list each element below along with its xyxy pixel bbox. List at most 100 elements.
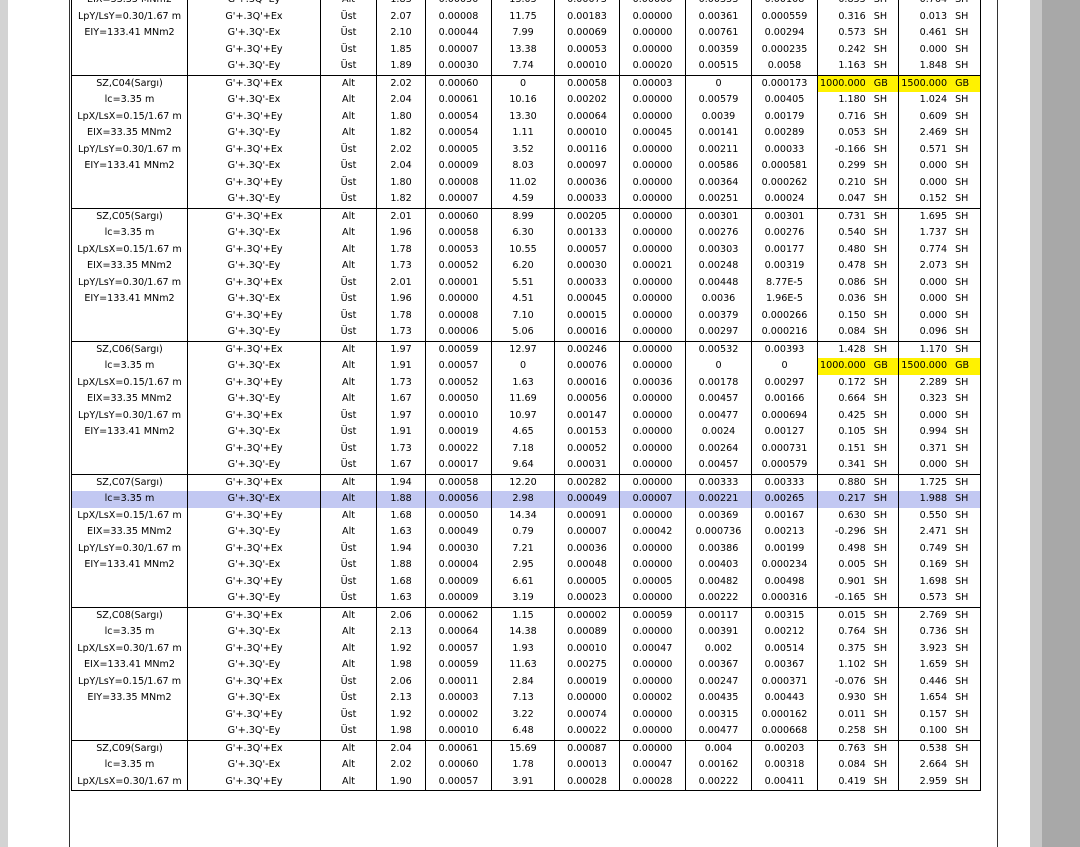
table-row[interactable]: lc=3.35 m G'+.3Q'-Ex Alt 2.02 0.00060 1.78 0.0… (71, 757, 981, 774)
value-col-1: 2.13 (376, 624, 426, 641)
table-row[interactable]: LpX/LsX=0.15/1.67 m G'+.3Q'+Ey Alt 1.73 0.00… (71, 374, 981, 391)
value-col-2: 0.00050 (425, 0, 492, 9)
position: Alt (320, 241, 377, 258)
table-row[interactable]: lc=3.35 m G'+.3Q'-Ex Alt 1.96 0.00058 6.30 0.0… (71, 225, 981, 242)
table-row[interactable]: LpY/LsY=0.15/1.67 m G'+.3Q'+Ex Üst 2.06 0.00… (71, 673, 981, 690)
ratio-x: 0.151 (838, 442, 866, 454)
table-row[interactable]: SZ,C05(Sargı) G'+.3Q'+Ex Alt 2.01 0.00060 8.9… (71, 207, 981, 225)
table-row[interactable]: EIY=33.35 MNm2 G'+.3Q'-Ex Üst 2.13 0.00003 7.… (71, 690, 981, 707)
table-row[interactable]: G'+.3Q'+Ey Üst 1.80 0.00008 11.02 0.00036 0.00… (71, 174, 981, 191)
value-col-5: 0.00000 (619, 706, 686, 723)
table-row[interactable]: LpY/LsY=0.30/1.67 m G'+.3Q'+Ex Üst 2.02 0.00… (71, 141, 981, 158)
table-row[interactable]: G'+.3Q'-Ey Üst 1.82 0.00007 4.59 0.00033 0.000… (71, 191, 981, 208)
load-combination: G'+.3Q'-Ey (187, 191, 321, 208)
value-col-6: 0.00276 (685, 225, 752, 242)
element-label: LpY/LsY=0.30/1.67 m (71, 8, 188, 25)
table-row[interactable]: lc=3.35 m G'+.3Q'-Ex Alt 2.13 0.00064 14.38 0.… (71, 624, 981, 641)
value-col-2: 0.00060 (425, 207, 492, 225)
table-row[interactable]: EIY=133.41 MNm2 G'+.3Q'-Ex Üst 1.96 0.00000 4… (71, 291, 981, 308)
element-label: LpX/LsX=0.15/1.67 m (71, 241, 188, 258)
table-row[interactable]: EIX=33.35 MNm2 G'+.3Q'-Ey Alt 1.82 0.00054 1.… (71, 125, 981, 142)
ratio-x-status: SH (870, 723, 900, 740)
load-combination: G'+.3Q'+Ey (187, 307, 321, 324)
value-col-1: 1.82 (376, 191, 426, 208)
table-row[interactable]: G'+.3Q'-Ey Üst 1.67 0.00017 9.64 0.00031 0.000… (71, 457, 981, 474)
ratio-x-status: SH (870, 25, 900, 42)
ratio-x: 0.901 (838, 575, 866, 587)
ratio-x: 1.180 (838, 94, 866, 106)
table-row[interactable]: EIY=133.41 MNm2 G'+.3Q'-Ex Üst 1.91 0.00019 4… (71, 424, 981, 441)
table-row[interactable]: EIX=33.35 MNm2G'+.3Q'-EyAlt1.830.0005013… (71, 0, 981, 9)
ratio-y-status: SH (952, 225, 981, 242)
ratio-x-status: SH (870, 174, 900, 191)
table-row[interactable]: EIX=133.41 MNm2 G'+.3Q'-Ey Alt 1.98 0.00059 1… (71, 657, 981, 674)
element-label: LpX/LsX=0.15/1.67 m (71, 108, 188, 125)
table-row[interactable]: lc=3.35 m G'+.3Q'-Ex Alt 2.04 0.00061 10.16 0.… (71, 92, 981, 109)
table-row[interactable]: LpX/LsX=0.15/1.67 m G'+.3Q'+Ey Alt 1.78 0.00… (71, 241, 981, 258)
element-label (71, 324, 188, 341)
value-col-4: 0.00089 (554, 624, 620, 641)
position: Alt (320, 473, 377, 491)
table-row[interactable]: EIY=133.41 MNm2 G'+.3Q'-Ex Üst 1.88 0.00004 2… (71, 557, 981, 574)
page-left-border (69, 0, 70, 847)
ratio-y: 0.000 (919, 409, 948, 421)
value-col-2: 0.00008 (425, 307, 492, 324)
table-row[interactable]: LpX/LsX=0.30/1.67 m G'+.3Q'+Ey Alt 1.92 0.00… (71, 640, 981, 657)
ratio-y: 1.848 (919, 60, 948, 72)
table-row[interactable]: G'+.3Q'+Ey Üst 1.78 0.00008 7.10 0.00015 0.000… (71, 307, 981, 324)
table-row[interactable]: SZ,C09(Sargı) G'+.3Q'+Ex Alt 2.04 0.00061 15.… (71, 739, 981, 757)
table-row[interactable]: SZ,C04(Sargı) G'+.3Q'+Ex Alt 2.02 0.00060 0 0.… (71, 74, 981, 92)
value-col-3: 3.22 (491, 706, 555, 723)
table-row[interactable]: EIX=33.35 MNm2 G'+.3Q'-Ey Alt 1.67 0.00050 11… (71, 391, 981, 408)
table-row[interactable]: LpX/LsX=0.15/1.67 m G'+.3Q'+Ey Alt 1.68 0.00… (71, 507, 981, 524)
ratio-x-status: SH (870, 307, 900, 324)
load-combination: G'+.3Q'+Ey (187, 706, 321, 723)
table-row[interactable]: G'+.3Q'+Ey Üst 1.68 0.00009 6.61 0.00005 0.000… (71, 573, 981, 590)
table-row[interactable]: LpY/LsY=0.30/1.67 m G'+.3Q'+Ex Üst 1.94 0.00… (71, 540, 981, 557)
value-col-5: 0.00045 (619, 125, 686, 142)
table-row[interactable]: G'+.3Q'+Ey Üst 1.92 0.00002 3.22 0.00074 0.000… (71, 706, 981, 723)
table-row[interactable]: LpY/LsY=0.30/1.67 m G'+.3Q'+Ex Üst 2.07 0.00… (71, 8, 981, 25)
ratio-y-status: SH (952, 491, 981, 508)
element-label: SZ,C05(Sargı) (71, 207, 188, 225)
vertical-scrollbar[interactable] (1042, 0, 1080, 847)
value-col-2: 0.00019 (425, 424, 492, 441)
table-row[interactable]: LpX/LsX=0.30/1.67 m G'+.3Q'+Ey Alt 1.90 0.00… (71, 773, 981, 791)
ratio-x: 0.036 (838, 293, 866, 305)
value-col-4: 0.00057 (554, 241, 620, 258)
value-col-2: 0.00060 (425, 757, 492, 774)
table-row[interactable]: G'+.3Q'-Ey Üst 1.89 0.00030 7.74 0.00010 0.000… (71, 58, 981, 75)
element-label: lc=3.35 m (71, 92, 188, 109)
table-row[interactable]: EIX=33.35 MNm2 G'+.3Q'-Ey Alt 1.63 0.00049 0.… (71, 524, 981, 541)
table-row[interactable]: G'+.3Q'+Ey Üst 1.73 0.00022 7.18 0.00052 0.000… (71, 440, 981, 457)
table-row[interactable]: SZ,C06(Sargı) G'+.3Q'+Ex Alt 1.97 0.00059 12.… (71, 340, 981, 358)
table-row[interactable]: G'+.3Q'-Ey Üst 1.73 0.00006 5.06 0.00016 0.000… (71, 324, 981, 341)
table-row[interactable]: G'+.3Q'-Ey Üst 1.63 0.00009 3.19 0.00023 0.000… (71, 590, 981, 607)
value-col-2: 0.00061 (425, 92, 492, 109)
table-row[interactable]: LpY/LsY=0.30/1.67 m G'+.3Q'+Ex Üst 1.97 0.00… (71, 407, 981, 424)
ratio-x-status: SH (870, 225, 900, 242)
element-label: SZ,C04(Sargı) (71, 74, 188, 92)
table-row[interactable]: EIY=133.41 MNm2 G'+.3Q'-Ex Üst 2.10 0.00044 7… (71, 25, 981, 42)
position: Üst (320, 557, 377, 574)
table-row[interactable]: G'+.3Q'+Ey Üst 1.85 0.00007 13.38 0.00053 0.00… (71, 41, 981, 58)
table-row[interactable]: SZ,C07(Sargı) G'+.3Q'+Ex Alt 1.94 0.00058 12.… (71, 473, 981, 491)
table-row[interactable]: G'+.3Q'-Ey Üst 1.98 0.00010 6.48 0.00022 0.000… (71, 723, 981, 740)
ratio-x: -0.076 (834, 675, 866, 687)
table-row[interactable]: LpY/LsY=0.30/1.67 m G'+.3Q'+Ex Üst 2.01 0.00… (71, 274, 981, 291)
table-row[interactable]: LpX/LsX=0.15/1.67 m G'+.3Q'+Ey Alt 1.80 0.00… (71, 108, 981, 125)
table-row[interactable]: lc=3.35 m G'+.3Q'-Ex Alt 1.88 0.00056 2.98 0.0… (71, 491, 981, 508)
table-row[interactable]: EIX=33.35 MNm2 G'+.3Q'-Ey Alt 1.73 0.00052 6.… (71, 258, 981, 275)
table-row[interactable]: EIY=133.41 MNm2 G'+.3Q'-Ex Üst 2.04 0.00009 8… (71, 158, 981, 175)
table-row[interactable]: SZ,C08(Sargı) G'+.3Q'+Ex Alt 2.06 0.00062 1.1… (71, 606, 981, 624)
ratio-x: 1.428 (817, 340, 871, 358)
ratio-y-status: SH (952, 424, 981, 441)
value-col-7: 0.00265 (751, 491, 818, 508)
value-col-3: 13.30 (491, 108, 555, 125)
value-col-4: 0.00033 (554, 274, 620, 291)
table-row[interactable]: lc=3.35 m G'+.3Q'-Ex Alt 1.91 0.00057 0 0.0007… (71, 358, 981, 375)
ratio-x-status: SH (870, 241, 900, 258)
value-col-5: 0.00000 (619, 324, 686, 341)
ratio-y: 1.988 (898, 491, 953, 508)
value-col-2: 0.00059 (425, 657, 492, 674)
